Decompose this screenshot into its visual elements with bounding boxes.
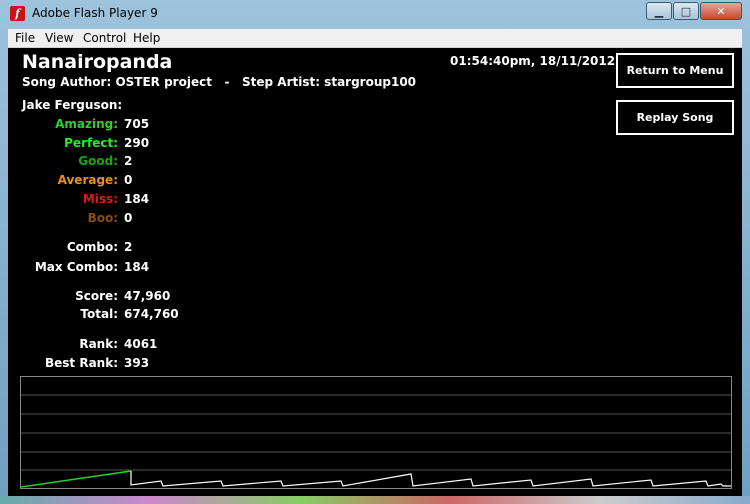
stat-label-miss: Miss: (82, 192, 118, 206)
combo-line-white (130, 471, 731, 487)
stat-value-average: 0 (124, 173, 133, 187)
stat-label-combo: Combo: (66, 240, 118, 254)
flash-icon: f (10, 6, 25, 21)
stat-value-good: 2 (124, 154, 133, 168)
window-title: Adobe Flash Player 9 (32, 6, 158, 20)
title-bar[interactable]: f Adobe Flash Player 9 ▁ □ ✕ (0, 0, 750, 28)
stat-value-boo: 0 (124, 211, 133, 225)
stat-label-boo: Boo: (87, 211, 118, 225)
minimize-button[interactable]: ▁ (646, 2, 672, 20)
desktop-background (0, 496, 750, 504)
combo-graph-svg (20, 394, 731, 488)
stat-value-combo: 2 (124, 240, 133, 254)
close-icon: ✕ (716, 5, 726, 18)
stat-label-max-combo: Max Combo: (34, 260, 118, 274)
menu-control[interactable]: Control (83, 31, 126, 45)
flash-player-window: f Adobe Flash Player 9 ▁ □ ✕ File View C… (0, 0, 750, 504)
stat-value-max-combo: 184 (124, 260, 150, 274)
return-to-menu-button[interactable]: Return to Menu (616, 53, 734, 88)
stat-value-rank: 4061 (124, 337, 158, 351)
stat-label-total: Total: (80, 307, 118, 321)
menu-bar: File View Control Help (8, 29, 742, 48)
maximize-button[interactable]: □ (673, 2, 699, 20)
result-datetime: 01:54:40pm, 18/11/2012 (450, 54, 616, 68)
stat-label-perfect: Perfect: (64, 136, 118, 150)
menu-help[interactable]: Help (133, 31, 160, 45)
player-name: Jake Ferguson: (22, 98, 123, 112)
replay-song-button[interactable]: Replay Song (616, 100, 734, 135)
maximize-icon: □ (680, 5, 692, 18)
stat-label-rank: Rank: (79, 337, 118, 351)
stat-label-best-rank: Best Rank: (44, 356, 118, 370)
combo-line-green (20, 470, 132, 488)
stat-label-score: Score: (75, 289, 118, 303)
stat-value-best-rank: 393 (124, 356, 150, 370)
stat-label-good: Good: (78, 154, 118, 168)
menu-view[interactable]: View (45, 31, 73, 45)
stat-value-miss: 184 (124, 192, 150, 206)
menu-file[interactable]: File (15, 31, 35, 45)
stat-value-amazing: 705 (124, 117, 150, 131)
close-button[interactable]: ✕ (700, 2, 742, 20)
minimize-icon: ▁ (654, 5, 664, 18)
combo-graph (20, 376, 732, 489)
flash-stage: Nanairopanda Song Author: OSTER project … (8, 48, 742, 496)
stat-value-total: 674,760 (124, 307, 179, 321)
song-info: Song Author: OSTER project - Step Artist… (22, 75, 417, 89)
stat-value-score: 47,960 (124, 289, 171, 303)
graph-gridlines (21, 394, 731, 471)
stat-label-average: Average: (57, 173, 118, 187)
song-title: Nanairopanda (22, 51, 173, 73)
stat-value-perfect: 290 (124, 136, 150, 150)
stat-label-amazing: Amazing: (55, 117, 118, 131)
